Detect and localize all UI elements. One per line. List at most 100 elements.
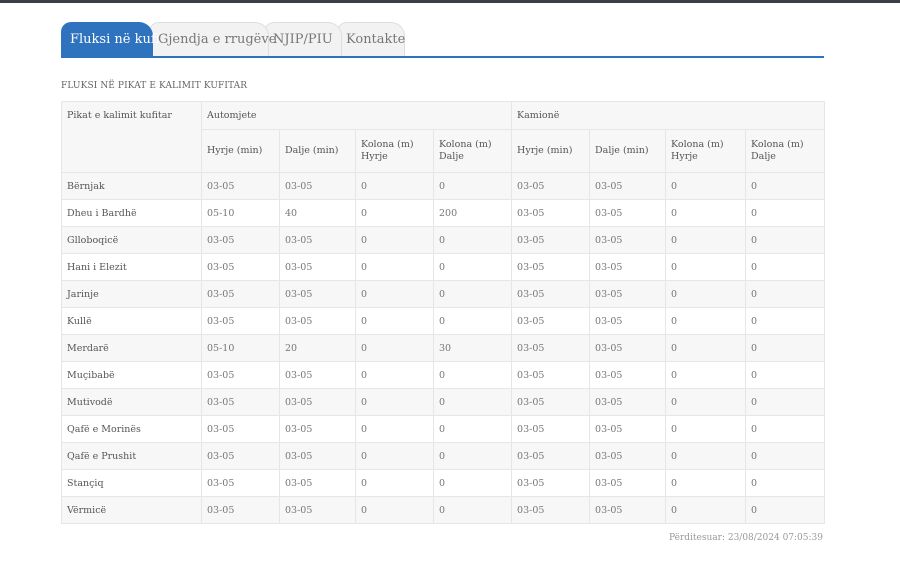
border-point-name: Dheu i Bardhë bbox=[61, 199, 202, 227]
table-cell: 0 bbox=[745, 469, 826, 497]
table-cell: 03-05 bbox=[511, 199, 591, 227]
border-point-name: Qafë e Prushit bbox=[61, 442, 202, 470]
top-bar bbox=[0, 0, 900, 3]
table-cell: 0 bbox=[665, 469, 747, 497]
table-cell: 03-05 bbox=[511, 280, 591, 308]
table-cell: 03-05 bbox=[201, 388, 280, 416]
table-cell: 0 bbox=[745, 415, 826, 443]
table-cell: 0 bbox=[355, 334, 434, 362]
table-cell: 0 bbox=[665, 415, 747, 443]
table-row: Kullë 03-05 03-05 0 0 03-05 03-05 0 0 bbox=[61, 307, 826, 335]
table-cell: 0 bbox=[355, 415, 434, 443]
table-cell: 03-05 bbox=[589, 226, 667, 254]
tab-gjendja-e-rrugeve[interactable]: Gjendja e rrugëve bbox=[149, 22, 276, 56]
column-header: Kolona (m) Hyrje bbox=[665, 129, 747, 173]
table-cell: 0 bbox=[355, 226, 434, 254]
table-cell: 03-05 bbox=[201, 361, 280, 389]
table-cell: 03-05 bbox=[279, 388, 356, 416]
table-cell: 0 bbox=[745, 172, 826, 200]
group-header-kamione: Kamionë bbox=[511, 101, 826, 130]
border-point-name: Kullë bbox=[61, 307, 202, 335]
table-cell: 30 bbox=[432, 334, 513, 362]
table-cell: 03-05 bbox=[589, 334, 667, 362]
table-cell: 03-05 bbox=[279, 226, 356, 254]
table-cell: 0 bbox=[665, 199, 747, 227]
table-cell: 03-05 bbox=[511, 361, 591, 389]
table-cell: 0 bbox=[432, 415, 513, 443]
table-cell: 0 bbox=[355, 199, 434, 227]
table-cell: 0 bbox=[355, 496, 434, 524]
border-point-name: Stançiq bbox=[61, 469, 202, 497]
table-cell: 03-05 bbox=[279, 361, 356, 389]
table-cell: 0 bbox=[745, 226, 826, 254]
table-cell: 0 bbox=[432, 172, 513, 200]
border-point-name: Vërmicë bbox=[61, 496, 202, 524]
tab-kontakte[interactable]: Kontakte bbox=[337, 22, 405, 56]
table-cell: 03-05 bbox=[589, 388, 667, 416]
table-cell: 0 bbox=[355, 253, 434, 281]
table-cell: 0 bbox=[665, 334, 747, 362]
table-row: Jarinje 03-05 03-05 0 0 03-05 03-05 0 0 bbox=[61, 280, 826, 308]
group-header-automjete: Automjete bbox=[200, 101, 513, 130]
tab-fluksi-ne-kufi[interactable]: Fluksi në kufi bbox=[61, 22, 160, 56]
table-cell: 03-05 bbox=[279, 469, 356, 497]
table-cell: 0 bbox=[745, 496, 826, 524]
table-cell: 05-10 bbox=[201, 334, 280, 362]
table-cell: 03-05 bbox=[589, 253, 667, 281]
table-row: Stançiq 03-05 03-05 0 0 03-05 03-05 0 0 bbox=[61, 469, 826, 497]
table-cell: 03-05 bbox=[511, 415, 591, 443]
column-header: Kolona (m) Dalje bbox=[432, 129, 513, 173]
table-cell: 03-05 bbox=[511, 226, 591, 254]
table-cell: 03-05 bbox=[279, 496, 356, 524]
table-cell: 0 bbox=[432, 307, 513, 335]
border-point-name: Hani i Elezit bbox=[61, 253, 202, 281]
border-point-name: Mutivodë bbox=[61, 388, 202, 416]
column-header: Hyrje (min) bbox=[201, 129, 280, 173]
table-cell: 03-05 bbox=[201, 415, 280, 443]
table-cell: 0 bbox=[745, 361, 826, 389]
table-cell: 0 bbox=[665, 361, 747, 389]
table-cell: 0 bbox=[745, 388, 826, 416]
table-cell: 05-10 bbox=[201, 199, 280, 227]
table-cell: 0 bbox=[355, 361, 434, 389]
table-cell: 0 bbox=[432, 496, 513, 524]
table-cell: 0 bbox=[745, 280, 826, 308]
table-cell: 0 bbox=[745, 253, 826, 281]
table-cell: 0 bbox=[745, 442, 826, 470]
table-cell: 03-05 bbox=[279, 253, 356, 281]
table-cell: 03-05 bbox=[201, 253, 280, 281]
table-cell: 03-05 bbox=[201, 496, 280, 524]
border-point-name: Glloboqicë bbox=[61, 226, 202, 254]
table-cell: 0 bbox=[432, 226, 513, 254]
table-cell: 03-05 bbox=[589, 496, 667, 524]
corner-header: Pikat e kalimit kufitar bbox=[61, 101, 202, 173]
table-row: Bërnjak 03-05 03-05 0 0 03-05 03-05 0 0 bbox=[61, 172, 826, 200]
table-cell: 0 bbox=[665, 280, 747, 308]
border-point-name: Qafë e Morinës bbox=[61, 415, 202, 443]
table-cell: 0 bbox=[355, 307, 434, 335]
table-cell: 0 bbox=[665, 496, 747, 524]
table-cell: 0 bbox=[432, 388, 513, 416]
table-cell: 03-05 bbox=[511, 496, 591, 524]
table-cell: 03-05 bbox=[511, 388, 591, 416]
table-cell: 03-05 bbox=[279, 280, 356, 308]
column-header: Dalje (min) bbox=[279, 129, 356, 173]
table-row: Qafë e Prushit 03-05 03-05 0 0 03-05 03-05 0 0 bbox=[61, 442, 826, 470]
border-point-name: Muçibabë bbox=[61, 361, 202, 389]
border-point-name: Bërnjak bbox=[61, 172, 202, 200]
last-updated-text: Përditesuar: 23/08/2024 07:05:39 bbox=[669, 533, 823, 543]
table-cell: 03-05 bbox=[511, 172, 591, 200]
table-cell: 03-05 bbox=[511, 253, 591, 281]
section-title: FLUKSI NË PIKAT E KALIMIT KUFITAR bbox=[61, 81, 248, 91]
table-cell: 03-05 bbox=[589, 442, 667, 470]
table-cell: 200 bbox=[432, 199, 513, 227]
table-cell: 03-05 bbox=[201, 280, 280, 308]
column-header: Kolona (m) Hyrje bbox=[355, 129, 434, 173]
table-cell: 03-05 bbox=[201, 307, 280, 335]
table-cell: 03-05 bbox=[589, 172, 667, 200]
table-cell: 0 bbox=[745, 334, 826, 362]
table-cell: 03-05 bbox=[201, 226, 280, 254]
table-cell: 20 bbox=[279, 334, 356, 362]
table-cell: 03-05 bbox=[589, 469, 667, 497]
table-cell: 03-05 bbox=[201, 469, 280, 497]
